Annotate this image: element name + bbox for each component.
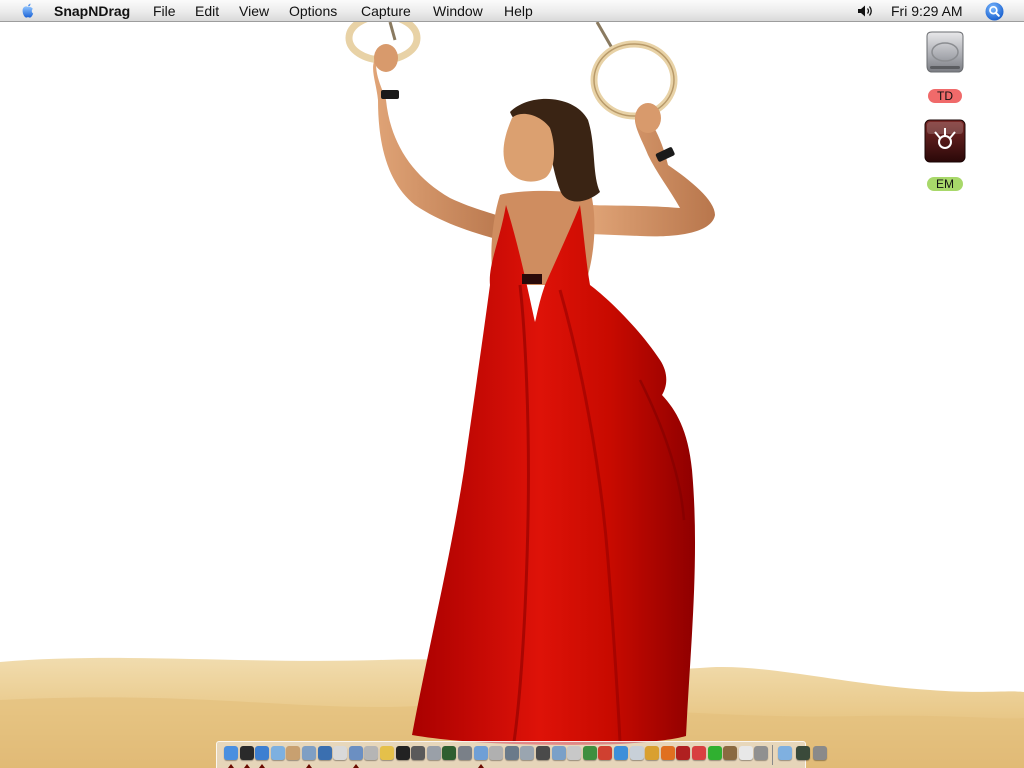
dock-address-book-icon[interactable] <box>364 746 379 760</box>
dock-messenger-icon[interactable] <box>707 746 722 760</box>
dock-image-capture-icon[interactable] <box>458 746 472 760</box>
dock-calculator-app-icon[interactable] <box>598 746 613 760</box>
dock-text-edit-icon[interactable] <box>504 746 519 760</box>
dock-console-icon[interactable] <box>520 746 535 760</box>
dock-finder-icon[interactable] <box>224 746 238 760</box>
dock-applications-folder-icon[interactable] <box>778 746 792 760</box>
dock-itunes-icon[interactable] <box>270 746 285 760</box>
dock-ical-icon[interactable] <box>333 746 348 760</box>
dock-activity-monitor-icon[interactable] <box>411 746 426 760</box>
dock-running-indicator <box>228 764 234 768</box>
dock-running-indicator <box>352 764 359 768</box>
dock-vlc-icon[interactable] <box>660 746 675 760</box>
dock-mail-icon[interactable] <box>348 746 363 760</box>
dock-automator-icon[interactable] <box>692 746 706 760</box>
dock-spotlight-app-icon[interactable] <box>614 746 628 760</box>
dock-terminal-icon[interactable] <box>395 746 410 760</box>
dock-network-icon[interactable] <box>442 746 457 760</box>
dock-stickies-icon[interactable] <box>629 746 644 760</box>
menu-clock[interactable]: Fri 9:29 AM <box>891 3 963 19</box>
dock-calculator-icon[interactable] <box>754 746 769 760</box>
dock-running-indicator <box>477 764 484 768</box>
dock-system-preferences-icon[interactable] <box>426 746 441 760</box>
dock-preview-icon[interactable] <box>738 746 753 760</box>
menu-window[interactable]: Window <box>433 3 483 19</box>
menu-edit[interactable]: Edit <box>195 3 219 19</box>
dock-dictionary-icon[interactable] <box>676 746 691 760</box>
dock-separator <box>772 745 773 765</box>
menu-help[interactable]: Help <box>504 3 533 19</box>
dock-script-editor-icon[interactable] <box>380 746 394 760</box>
dock-safari-icon[interactable] <box>255 746 270 760</box>
dock-utility-icon[interactable] <box>567 746 582 760</box>
dock-imovie-icon[interactable] <box>317 746 332 760</box>
dock-monitor-icon[interactable] <box>473 746 488 760</box>
dock-airport-icon[interactable] <box>551 746 566 760</box>
firewire-drive-icon <box>924 119 966 163</box>
dock-running-indicator <box>259 764 266 768</box>
dock-iphoto-icon[interactable] <box>286 746 301 760</box>
desktop-icon-label-td: TD <box>928 89 962 103</box>
dock-running-indicator <box>243 764 250 768</box>
menu-file[interactable]: File <box>153 3 176 19</box>
desktop-wallpaper <box>0 22 1024 768</box>
dock-trash-icon[interactable] <box>813 746 828 760</box>
menu-app-name[interactable]: SnapNDrag <box>54 3 130 19</box>
menu-capture[interactable]: Capture <box>361 3 411 19</box>
red-dress <box>412 205 696 745</box>
dock-chess-icon[interactable] <box>645 746 660 760</box>
hard-drive-icon <box>926 31 964 73</box>
menu-view[interactable]: View <box>239 3 269 19</box>
dock-minimized-window-icon[interactable] <box>795 746 810 760</box>
dock-photo-viewer-icon[interactable] <box>302 746 316 760</box>
desktop-icon-td[interactable]: TD <box>915 30 975 105</box>
apple-menu-icon[interactable] <box>19 2 37 20</box>
dock <box>216 741 828 768</box>
menu-options[interactable]: Options <box>289 3 337 19</box>
dock-disk-utility-icon[interactable] <box>489 746 504 760</box>
dock-grapher-icon[interactable] <box>723 746 738 760</box>
spotlight-icon[interactable] <box>985 2 1004 21</box>
menu-bar: SnapNDrag File Edit View Options Capture… <box>0 0 1024 22</box>
dock-dashboard-icon[interactable] <box>239 746 254 760</box>
volume-icon[interactable] <box>856 3 876 19</box>
desktop-icon-em[interactable]: EM <box>915 118 975 193</box>
desktop-icon-label-em: EM <box>927 177 963 191</box>
dock-running-indicator <box>306 764 312 768</box>
dock-printer-icon[interactable] <box>536 746 550 760</box>
dock-keychain-icon[interactable] <box>582 746 597 760</box>
